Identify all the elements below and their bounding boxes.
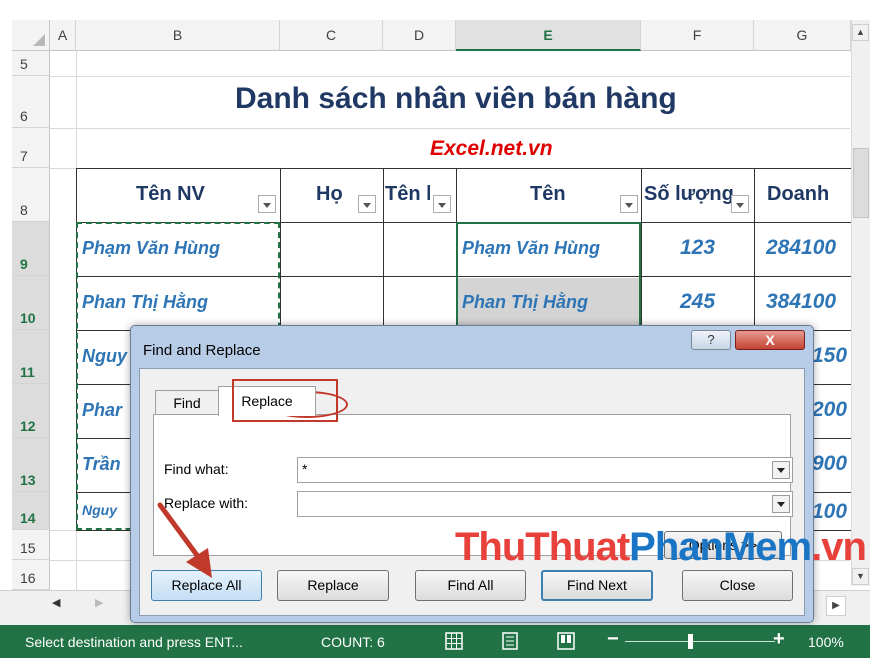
help-button[interactable]: ? xyxy=(691,330,731,350)
filter-dropdown-icon[interactable] xyxy=(620,195,638,213)
dropdown-arrow-icon[interactable] xyxy=(772,495,790,513)
close-icon[interactable]: X xyxy=(735,330,805,350)
tab-highlight-box xyxy=(232,379,338,422)
prev-sheet-icon[interactable]: ◀ xyxy=(52,596,60,609)
find-all-button[interactable]: Find All xyxy=(415,570,526,601)
row-header-13[interactable]: 13 xyxy=(12,438,50,492)
scroll-up-icon[interactable]: ▲ xyxy=(852,24,869,41)
filter-dropdown-icon[interactable] xyxy=(731,195,749,213)
row-header-8[interactable]: 8 xyxy=(12,168,50,222)
zoom-level[interactable]: 100% xyxy=(808,634,844,650)
normal-view-icon[interactable] xyxy=(444,631,464,651)
dialog-title: Find and Replace xyxy=(143,342,261,359)
row-header-11[interactable]: 11 xyxy=(12,330,50,384)
watermark: ThuThuatPhanMem.vn xyxy=(455,525,867,570)
dialog-body: Find Replace Find what: * Replace with: … xyxy=(139,368,805,616)
header-ho: Họ xyxy=(316,183,343,205)
replace-button[interactable]: Replace xyxy=(277,570,389,601)
zoom-slider-thumb[interactable] xyxy=(688,634,693,649)
status-count: COUNT: 6 xyxy=(321,634,385,650)
row-header-15[interactable]: 15 xyxy=(12,530,50,560)
col-header-a[interactable]: A xyxy=(50,20,76,51)
find-what-input[interactable]: * xyxy=(297,457,793,483)
sheet-subtitle: Excel.net.vn xyxy=(430,137,553,160)
tab-find-label: Find xyxy=(173,395,201,411)
find-replace-dialog: Find and Replace ? X Find Replace Find w… xyxy=(130,325,814,623)
cell-g9[interactable]: 284100 xyxy=(766,236,851,260)
col-header-c[interactable]: C xyxy=(280,20,383,51)
page-layout-icon[interactable] xyxy=(500,631,520,651)
table-border xyxy=(76,168,851,169)
replace-with-input[interactable] xyxy=(297,491,793,517)
cell-g13[interactable]: 900 xyxy=(812,452,851,476)
cell-g12[interactable]: 200 xyxy=(812,398,851,422)
find-what-label: Find what: xyxy=(164,461,229,477)
find-what-value: * xyxy=(302,461,308,477)
col-header-e[interactable]: E xyxy=(456,20,641,51)
zoom-out-button[interactable]: − xyxy=(607,629,619,649)
header-ten-lot: Tên lót xyxy=(385,183,430,205)
row-header-9[interactable]: 9 xyxy=(12,222,50,276)
row-header-5[interactable]: 5 xyxy=(12,51,50,76)
tab-find[interactable]: Find xyxy=(155,390,219,416)
top-strip xyxy=(0,0,870,20)
row-header-14[interactable]: 14 xyxy=(12,492,50,530)
vertical-scrollbar[interactable] xyxy=(851,20,870,586)
col-header-b[interactable]: B xyxy=(76,20,280,51)
close-button[interactable]: Close xyxy=(682,570,793,601)
zoom-slider[interactable] xyxy=(625,641,775,642)
cell-f9[interactable]: 123 xyxy=(641,236,754,260)
next-sheet-icon[interactable]: ▶ xyxy=(95,596,103,609)
cell-f10[interactable]: 245 xyxy=(641,290,754,314)
row-header-16[interactable]: 16 xyxy=(12,560,50,590)
gridline xyxy=(50,76,850,77)
header-doanh: Doanh xyxy=(767,183,830,205)
cell-g14[interactable]: 100 xyxy=(812,500,851,524)
watermark-part-1: ThuThuat xyxy=(455,525,630,569)
col-header-g[interactable]: G xyxy=(754,20,851,51)
row-header-7[interactable]: 7 xyxy=(12,128,50,168)
status-message: Select destination and press ENT... xyxy=(25,634,243,650)
header-ten-nv: Tên NV xyxy=(136,183,205,205)
zoom-in-button[interactable]: + xyxy=(773,629,785,649)
watermark-part-2: PhanMem xyxy=(629,525,812,569)
selection-range xyxy=(456,222,641,332)
gridline xyxy=(50,128,850,129)
filter-dropdown-icon[interactable] xyxy=(358,195,376,213)
dropdown-arrow-icon[interactable] xyxy=(772,461,790,479)
row-header-6[interactable]: 6 xyxy=(12,76,50,128)
header-ten: Tên xyxy=(530,183,566,205)
scroll-right-icon[interactable]: ▶ xyxy=(826,596,846,616)
scroll-down-icon[interactable]: ▼ xyxy=(852,568,869,585)
page-break-icon[interactable] xyxy=(556,631,576,651)
scroll-thumb[interactable] xyxy=(853,148,869,218)
filter-dropdown-icon[interactable] xyxy=(433,195,451,213)
col-header-d[interactable]: D xyxy=(383,20,456,51)
sheet-title: Danh sách nhân viên bán hàng xyxy=(235,82,677,115)
arrow-annotation-icon xyxy=(157,502,212,578)
header-so-luong: Số lượng xyxy=(644,183,734,205)
left-strip xyxy=(0,20,12,590)
cell-g10[interactable]: 384100 xyxy=(766,290,851,314)
row-header-10[interactable]: 10 xyxy=(12,276,50,330)
watermark-part-3: .vn xyxy=(811,525,867,569)
filter-dropdown-icon[interactable] xyxy=(258,195,276,213)
cell-g11[interactable]: 150 xyxy=(812,344,851,368)
find-next-button[interactable]: Find Next xyxy=(541,570,653,601)
select-all-corner[interactable] xyxy=(12,20,50,51)
row-header-12[interactable]: 12 xyxy=(12,384,50,438)
col-header-f[interactable]: F xyxy=(641,20,754,51)
